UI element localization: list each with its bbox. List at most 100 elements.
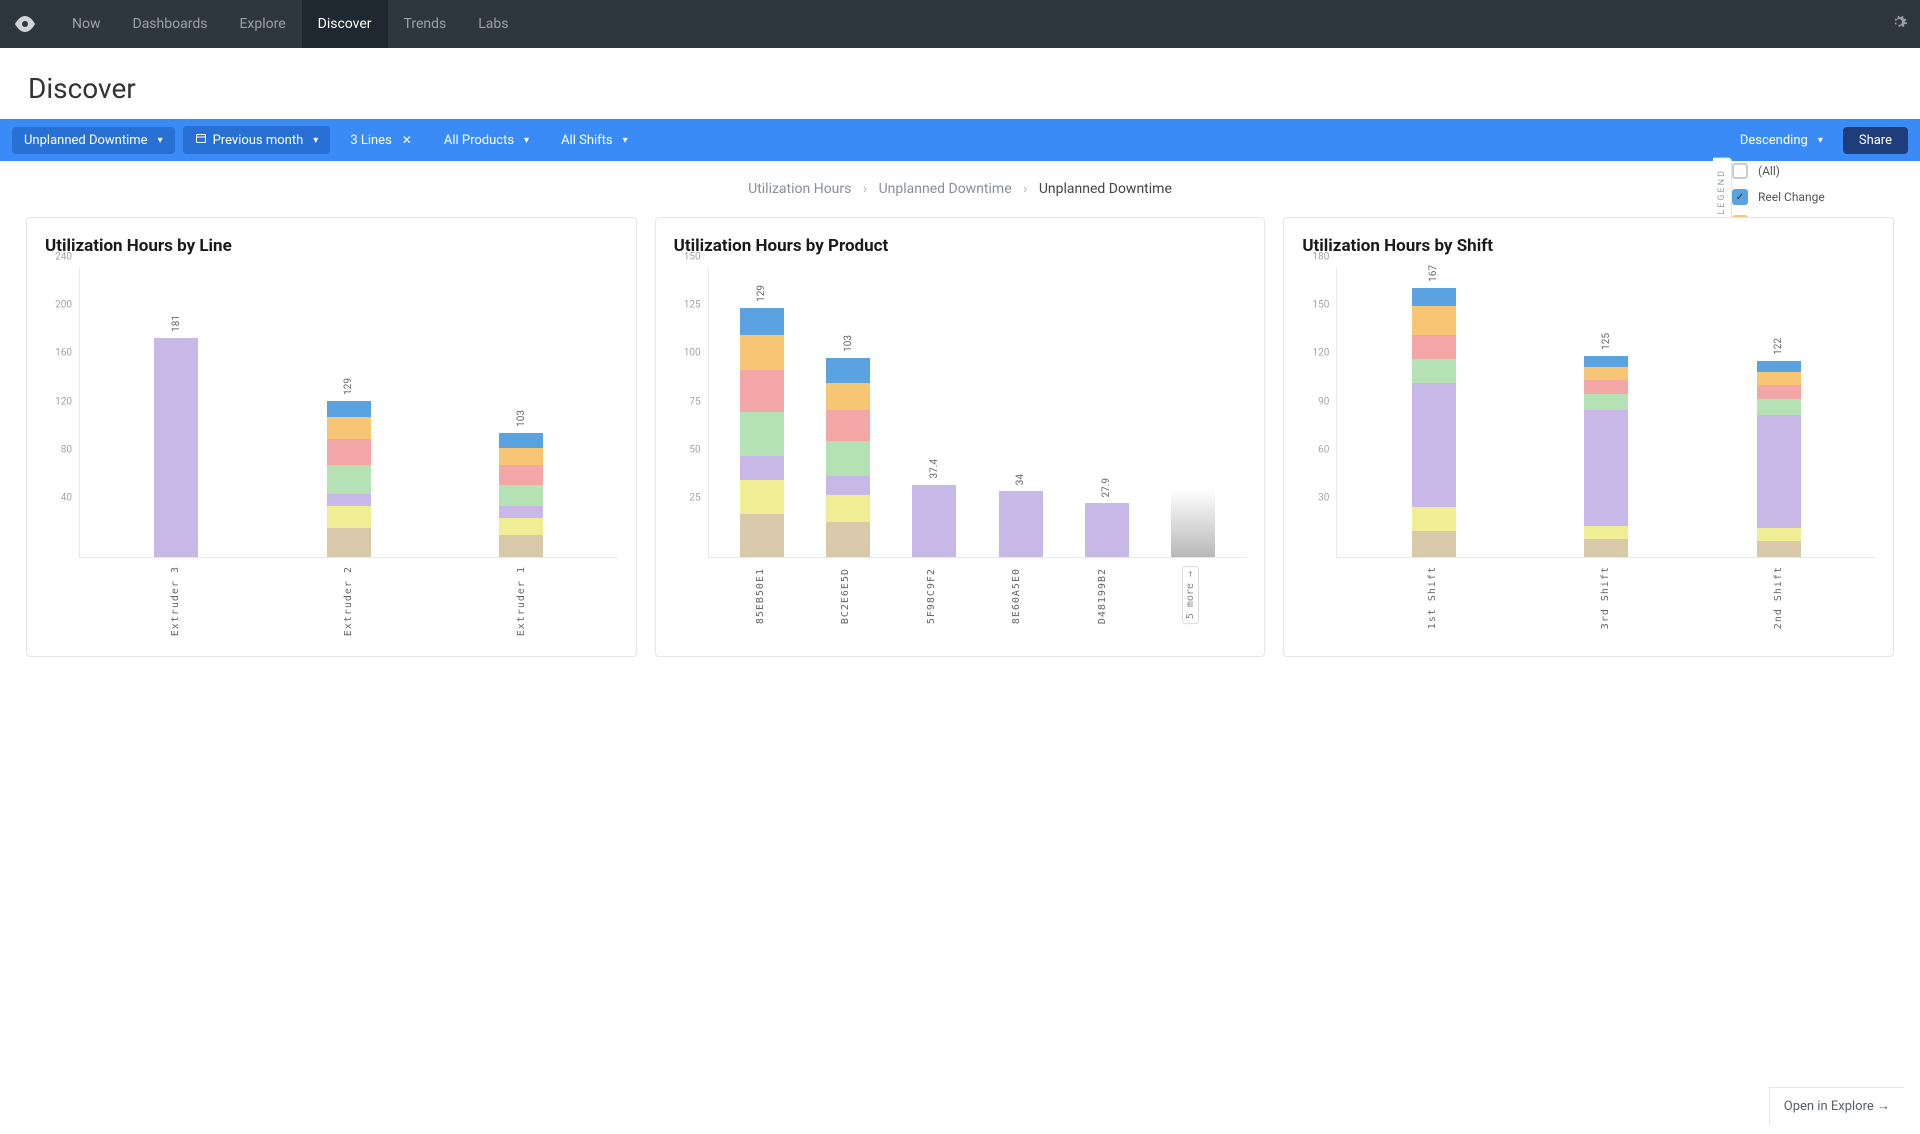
- bar-segment[interactable]: [740, 514, 784, 557]
- bar-segment[interactable]: [826, 383, 870, 410]
- bar[interactable]: 122: [1757, 361, 1801, 558]
- bar-segment[interactable]: [499, 485, 543, 507]
- bar-segment[interactable]: [327, 417, 371, 439]
- bar[interactable]: 129: [740, 308, 784, 557]
- bar-segment[interactable]: [154, 338, 198, 557]
- filter-metric[interactable]: Unplanned Downtime▾: [12, 127, 175, 154]
- bar[interactable]: 125: [1584, 356, 1628, 557]
- checkbox-icon: ✓: [1732, 189, 1748, 205]
- bar-segment[interactable]: [499, 433, 543, 449]
- nav-now[interactable]: Now: [56, 0, 117, 48]
- bar-segment[interactable]: [1584, 367, 1628, 380]
- more-bar[interactable]: [1171, 489, 1215, 557]
- bar-segment[interactable]: [499, 518, 543, 535]
- show-more-button[interactable]: 5 more →: [1182, 566, 1199, 624]
- bar[interactable]: 103: [826, 358, 870, 557]
- bar-segment[interactable]: [1584, 356, 1628, 367]
- chart-card: Utilization Hours by Product255075100125…: [655, 217, 1266, 657]
- bar-segment[interactable]: [1584, 539, 1628, 557]
- bar-segment[interactable]: [826, 495, 870, 522]
- bar-segment[interactable]: [1412, 507, 1456, 531]
- x-label: 5F98C9F2: [926, 566, 937, 624]
- nav-discover[interactable]: Discover: [302, 0, 388, 48]
- settings-icon[interactable]: [1890, 13, 1908, 35]
- bar-segment[interactable]: [740, 412, 784, 456]
- bar[interactable]: 34: [999, 491, 1043, 557]
- breadcrumb-item[interactable]: Utilization Hours: [748, 181, 851, 197]
- bar-segment[interactable]: [499, 506, 543, 518]
- legend-toggle[interactable]: LEGEND: [1713, 158, 1732, 226]
- bar-segment[interactable]: [327, 494, 371, 506]
- bar-segment[interactable]: [1584, 410, 1628, 526]
- bar-segment[interactable]: [1584, 394, 1628, 410]
- y-tick: 125: [684, 300, 701, 311]
- bar-segment[interactable]: [1412, 335, 1456, 359]
- bar-segment[interactable]: [1757, 372, 1801, 385]
- bar-segment[interactable]: [912, 485, 956, 557]
- bar-segment[interactable]: [740, 480, 784, 515]
- bar-segment[interactable]: [327, 465, 371, 494]
- bar-segment[interactable]: [826, 441, 870, 476]
- legend-item[interactable]: (All): [1732, 158, 1902, 184]
- bar[interactable]: 37.4: [912, 485, 956, 557]
- bar[interactable]: 129: [327, 401, 371, 557]
- filter-lines[interactable]: 3 Lines✕: [338, 127, 424, 154]
- nav-explore[interactable]: Explore: [223, 0, 301, 48]
- bar-value-label: 103: [843, 335, 854, 352]
- bar-segment[interactable]: [327, 528, 371, 557]
- share-button[interactable]: Share: [1843, 127, 1908, 154]
- nav-labs[interactable]: Labs: [462, 0, 524, 48]
- bar-segment[interactable]: [499, 465, 543, 484]
- calendar-icon: [195, 132, 207, 148]
- bar-segment[interactable]: [826, 410, 870, 441]
- chevron-down-icon: ▾: [313, 135, 318, 146]
- bar-segment[interactable]: [499, 535, 543, 557]
- nav-trends[interactable]: Trends: [388, 0, 463, 48]
- bar-segment[interactable]: [1412, 288, 1456, 306]
- app-logo[interactable]: [12, 11, 38, 37]
- legend-label: Reel Change: [1758, 190, 1825, 204]
- bar-segment[interactable]: [826, 358, 870, 383]
- bar-segment[interactable]: [1757, 399, 1801, 415]
- bar-segment[interactable]: [740, 308, 784, 335]
- bar-segment[interactable]: [1757, 415, 1801, 528]
- bar-segment[interactable]: [327, 401, 371, 417]
- bar-segment[interactable]: [327, 439, 371, 466]
- bar-segment[interactable]: [1412, 383, 1456, 507]
- breadcrumb-item[interactable]: Unplanned Downtime: [879, 181, 1012, 197]
- filter-date[interactable]: Previous month▾: [183, 126, 331, 154]
- bar-segment[interactable]: [1412, 359, 1456, 383]
- bar[interactable]: 167: [1412, 288, 1456, 557]
- chart-title: Utilization Hours by Line: [45, 236, 618, 256]
- bar-segment[interactable]: [1412, 531, 1456, 557]
- bar-segment[interactable]: [1584, 380, 1628, 395]
- close-icon[interactable]: ✕: [402, 133, 412, 147]
- y-tick: 25: [689, 492, 700, 503]
- bar-segment[interactable]: [1085, 503, 1129, 557]
- filter-bar: Unplanned Downtime▾ Previous month▾ 3 Li…: [0, 119, 1920, 161]
- open-in-explore-link[interactable]: Open in Explore →: [1769, 1087, 1904, 1124]
- filter-shifts[interactable]: All Shifts▾: [549, 127, 640, 154]
- bar[interactable]: 103: [499, 433, 543, 557]
- bar-segment[interactable]: [327, 506, 371, 528]
- bar-segment[interactable]: [1757, 361, 1801, 372]
- bar-segment[interactable]: [1757, 385, 1801, 400]
- nav-dashboards[interactable]: Dashboards: [117, 0, 224, 48]
- bar-segment[interactable]: [826, 476, 870, 495]
- bar[interactable]: 181: [154, 338, 198, 557]
- bar-segment[interactable]: [1584, 526, 1628, 539]
- bar-segment[interactable]: [826, 522, 870, 557]
- bar-segment[interactable]: [740, 335, 784, 370]
- bar-segment[interactable]: [499, 448, 543, 465]
- bar-segment[interactable]: [1412, 306, 1456, 335]
- bar-segment[interactable]: [1757, 528, 1801, 541]
- bar-segment[interactable]: [1757, 541, 1801, 557]
- legend-item[interactable]: ✓ Reel Change: [1732, 184, 1902, 210]
- filter-products[interactable]: All Products▾: [432, 127, 541, 154]
- bar-segment[interactable]: [999, 491, 1043, 557]
- sort-order[interactable]: Descending▾: [1728, 127, 1835, 154]
- y-tick: 120: [55, 396, 72, 407]
- bar-segment[interactable]: [740, 456, 784, 479]
- bar-segment[interactable]: [740, 370, 784, 413]
- bar[interactable]: 27.9: [1085, 503, 1129, 557]
